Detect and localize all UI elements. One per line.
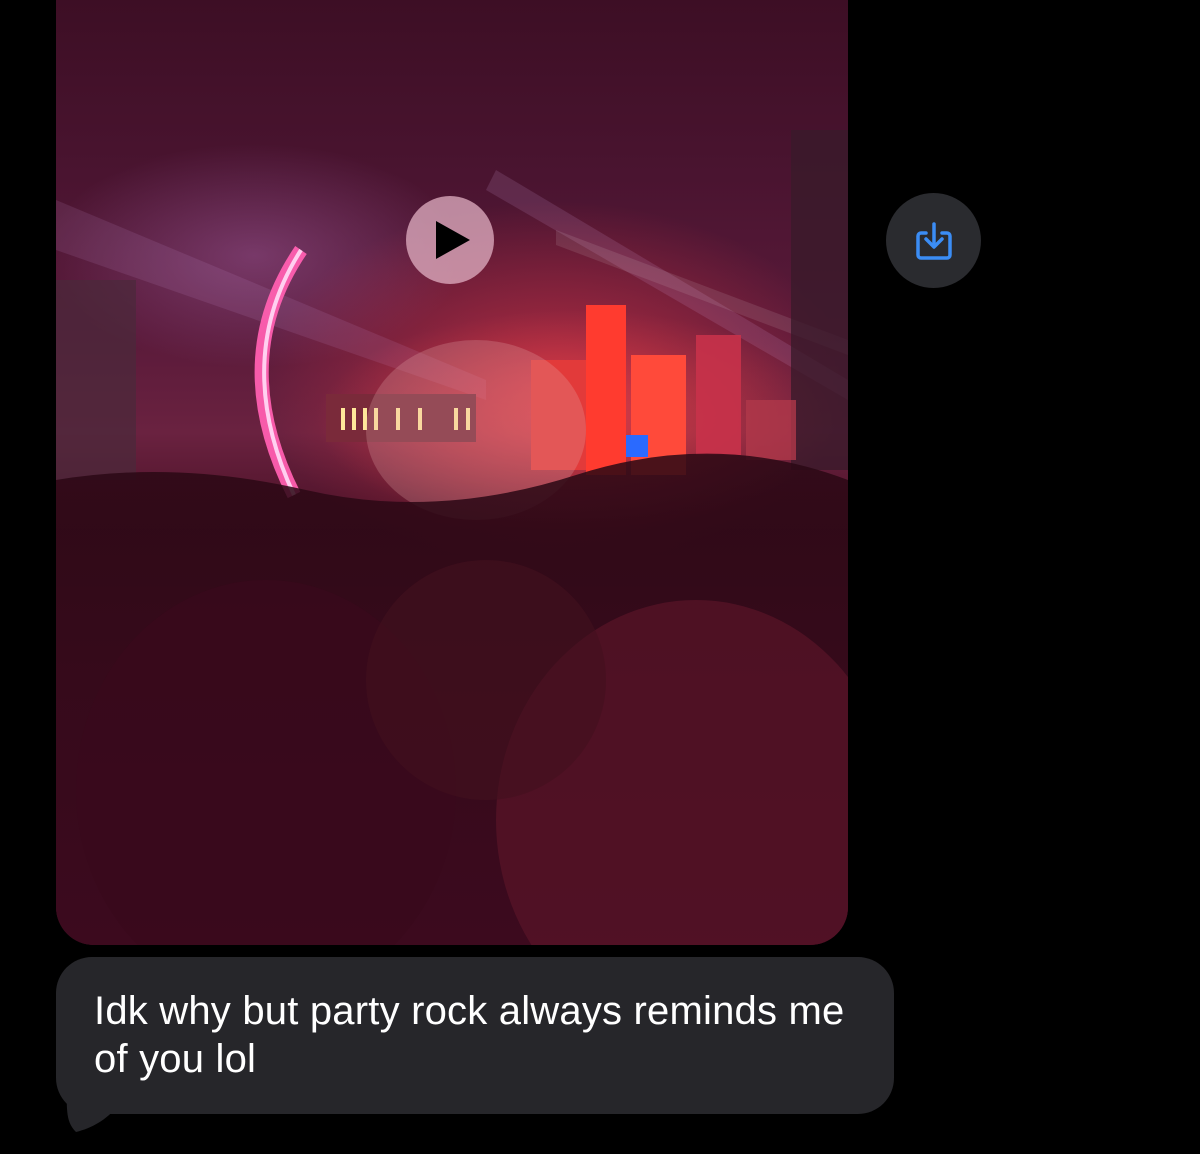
save-to-files-icon [915, 221, 952, 260]
received-message-bubble[interactable]: Idk why but party rock always reminds me… [56, 957, 894, 1114]
video-message[interactable] [56, 0, 848, 945]
message-thread: Idk why but party rock always reminds me… [0, 0, 1200, 1154]
play-button[interactable] [406, 196, 494, 284]
concert-video-thumbnail [56, 130, 848, 945]
save-video-button[interactable] [886, 193, 981, 288]
message-text: Idk why but party rock always reminds me… [94, 989, 845, 1081]
play-icon [436, 221, 470, 259]
